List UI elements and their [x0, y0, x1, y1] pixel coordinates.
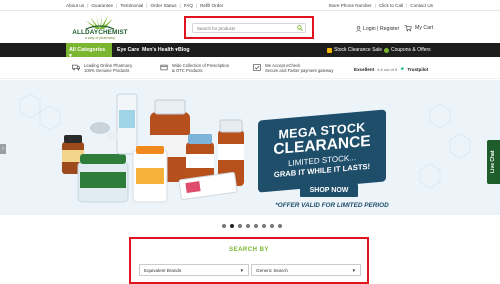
carousel-dot[interactable] — [238, 224, 242, 228]
top-links-bar: About us | Guarantee | Testimonial | Order … — [0, 0, 500, 11]
link-testimonial[interactable]: Testimonial — [120, 3, 143, 8]
features-strip: Leading Online Pharmacy 100% Genuine Prod… — [0, 57, 500, 79]
offer-disclaimer: *OFFER VALID FOR LIMITED PERIOD — [275, 202, 389, 209]
link-click-to-call[interactable]: Click to Call — [379, 3, 403, 8]
carousel-dot-active[interactable] — [230, 224, 234, 228]
trustpilot-brand: Trustpilot — [407, 66, 429, 72]
truck-icon — [72, 64, 80, 71]
equivalent-brands-value: Equivalent Brands — [144, 268, 182, 273]
search-icon[interactable] — [297, 25, 303, 31]
site-logo[interactable]: ALLDAYCHEMIST a way of pharmacy — [66, 15, 134, 41]
link-order-status[interactable]: Order Status — [150, 3, 176, 8]
search-by-title: SEARCH BY — [229, 247, 269, 253]
carousel-dot[interactable] — [262, 224, 266, 228]
carousel-dot[interactable] — [270, 224, 274, 228]
generic-search-value: Generic Search — [256, 268, 288, 273]
check-icon — [253, 64, 261, 71]
nav-item-blog[interactable]: Blog — [178, 47, 190, 53]
link-faq[interactable]: FAQ — [184, 3, 193, 8]
shop-now-button[interactable]: SHOP NOW — [300, 184, 358, 197]
account-label: Login | Register — [363, 26, 400, 32]
main-nav: All Categories ▾ Eye Care Men's Health ▾… — [0, 43, 500, 59]
carousel-dot[interactable] — [222, 224, 226, 228]
trustpilot-rating[interactable]: Excellent 4.8 out of 5 ★ Trustpilot — [354, 66, 428, 72]
logo-tagline: a way of pharmacy — [84, 36, 116, 40]
stock-clearance-link[interactable]: Stock Clearance Sale — [327, 47, 382, 53]
nav-item-eye-care[interactable]: Eye Care — [117, 47, 139, 53]
logo-name: ALLDAYCHEMIST — [72, 29, 128, 36]
link-store-phone[interactable]: Store Phone Number — [328, 3, 371, 8]
top-links-left: About us | Guarantee | Testimonial | Order … — [66, 3, 224, 8]
page: About us | Guarantee | Testimonial | Order … — [0, 0, 500, 284]
cart-label: My Cart — [415, 25, 434, 31]
carousel-dot[interactable] — [254, 224, 258, 228]
search-input[interactable] — [192, 23, 306, 33]
stock-clearance-label: Stock Clearance Sale — [334, 47, 383, 53]
link-guarantee[interactable]: Guarantee — [91, 3, 113, 8]
search-highlight-box — [184, 16, 314, 39]
feature-echeck-line2: Secure and Faster payment gateway — [265, 68, 334, 74]
carousel-dot[interactable] — [246, 224, 250, 228]
site-header: ALLDAYCHEMIST a way of pharmacy Login | … — [0, 11, 500, 43]
feature-genuine-line2: 100% Genuine Products — [84, 68, 130, 74]
chevron-down-icon: ▼ — [351, 268, 356, 273]
user-icon — [356, 26, 361, 32]
live-chat-tab[interactable]: Live Chat — [487, 140, 500, 184]
feature-genuine: Leading Online Pharmacy 100% Genuine Prod… — [72, 63, 132, 73]
feature-collection: Wide Collection of Prescription & OTC Pro… — [160, 63, 229, 73]
all-categories-label: All Categories — [69, 47, 106, 53]
nav-item-mens-health[interactable]: Men's Health ▾ — [142, 47, 178, 53]
sale-tag-icon — [327, 47, 332, 53]
box-icon — [160, 64, 168, 71]
cart-link[interactable]: My Cart — [404, 24, 433, 32]
trust-score: 4.8 out of 5 — [377, 66, 398, 72]
generic-search-select[interactable]: Generic Search ▼ — [251, 264, 361, 276]
chevron-down-icon: ▼ — [239, 268, 244, 273]
equivalent-brands-select[interactable]: Equivalent Brands ▼ — [139, 264, 249, 276]
coupons-link[interactable]: Coupons & Offers — [384, 47, 431, 53]
carousel-prev-arrow[interactable]: ‹ — [0, 144, 6, 154]
all-categories-menu[interactable]: All Categories ▾ — [66, 43, 112, 59]
cart-icon — [404, 25, 412, 32]
link-contact-us[interactable]: Contact Us — [410, 3, 433, 8]
coupons-label: Coupons & Offers — [391, 47, 431, 53]
search-by-section: SEARCH BY Equivalent Brands ▼ Generic Se… — [129, 237, 369, 284]
link-refill-order[interactable]: Refill Order — [200, 3, 223, 8]
feature-echeck: We Accept eCheck Secure and Faster paymen… — [253, 63, 333, 73]
carousel-dot[interactable] — [278, 224, 282, 228]
carousel-dots — [222, 224, 282, 228]
banner-artwork — [19, 93, 471, 203]
hero-banner[interactable]: MEGA STOCK CLEARANCE LIMITED STOCK... GR… — [0, 80, 500, 215]
account-link[interactable]: Login | Register — [356, 26, 399, 32]
trust-label: Excellent — [354, 66, 375, 72]
coupon-icon — [384, 47, 389, 53]
top-links-right: Store Phone Number | Click to Call | Conta… — [328, 3, 433, 8]
link-about-us[interactable]: About us — [66, 3, 84, 8]
star-icon: ★ — [400, 66, 405, 71]
feature-collection-line2: & OTC Products — [172, 68, 203, 74]
